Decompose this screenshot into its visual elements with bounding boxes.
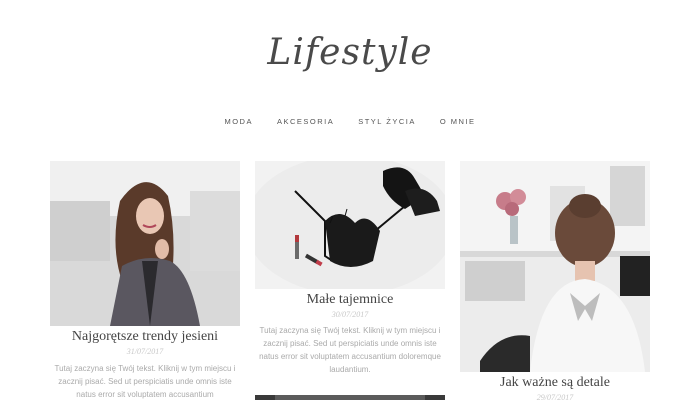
nav-item-styl-zycia[interactable]: STYL ŻYCIA [358,117,416,126]
nav-item-moda[interactable]: MODA [224,117,253,126]
post-excerpt: Tutaj zaczyna się Twój tekst. Kliknij w … [259,326,441,374]
post-image-woman-coat[interactable] [50,161,240,326]
post-date: 29/07/2017 [536,393,574,402]
post-title[interactable]: Jak ważne są detale [460,375,650,391]
post-excerpt: Tutaj zaczyna się Twój tekst. Kliknij w … [54,364,236,399]
post-title[interactable]: Małe tajemnice [255,292,445,308]
post-date: 31/07/2017 [126,347,164,356]
post-card[interactable]: Małe tajemnice 30/07/2017 Tutaj zaczyna … [255,161,445,400]
post-card[interactable]: Najgorętsze trendy jesieni 31/07/2017 Tu… [50,161,240,400]
post-date: 30/07/2017 [331,310,369,319]
post-image-lingerie[interactable] [255,161,445,289]
nav-item-o-mnie[interactable]: O MNIE [440,117,476,126]
site-logo[interactable]: Lifestyle [0,32,700,73]
post-photo-woman-back [460,161,650,372]
post-photo-lingerie [255,161,445,289]
post-title[interactable]: Najgorętsze trendy jesieni [50,329,240,345]
post-image-next[interactable] [255,391,445,400]
post-card[interactable]: Jak ważne są detale 29/07/2017 [460,161,650,402]
nav-item-akcesoria[interactable]: AKCESORIA [277,117,334,126]
post-photo-woman [50,161,240,326]
post-image-woman-back[interactable] [460,161,650,372]
post-photo-partial [255,395,445,400]
main-nav: MODA AKCESORIA STYL ŻYCIA O MNIE [0,117,700,126]
